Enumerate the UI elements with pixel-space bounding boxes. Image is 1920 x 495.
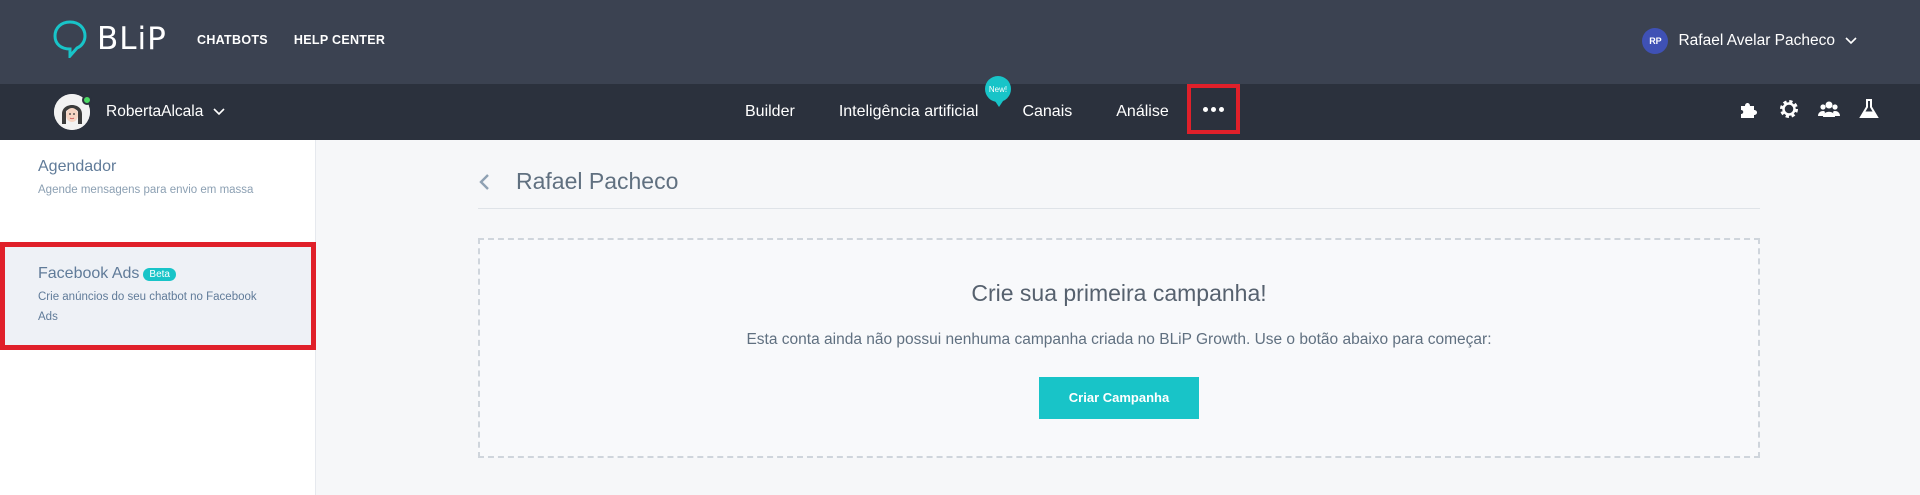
team-icon[interactable] <box>1818 98 1840 120</box>
tab-analise[interactable]: Análise <box>1116 103 1168 121</box>
create-campaign-button[interactable]: Criar Campanha <box>1039 377 1199 419</box>
user-avatar: RP <box>1642 28 1669 54</box>
bot-selector[interactable]: RobertaAlcala <box>54 94 225 130</box>
chevron-down-icon <box>1845 37 1857 45</box>
nav-chatbots[interactable]: CHATBOTS <box>197 33 268 47</box>
more-options-button[interactable] <box>1187 84 1240 134</box>
chevron-down-icon <box>213 108 225 116</box>
user-name: Rafael Avelar Pacheco <box>1678 32 1835 49</box>
tab-canais[interactable]: Canais <box>1022 103 1072 121</box>
empty-state-text: Esta conta ainda não possui nenhuma camp… <box>746 331 1492 348</box>
back-arrow-icon[interactable] <box>478 173 498 191</box>
sidebar: Agendador Agende mensagens para envio em… <box>0 140 316 495</box>
beta-badge: Beta <box>143 267 176 281</box>
bot-name: RobertaAlcala <box>106 103 204 120</box>
empty-state-card: Crie sua primeira campanha! Esta conta a… <box>478 238 1760 458</box>
page-header: Rafael Pacheco <box>478 155 1760 209</box>
page-title: Rafael Pacheco <box>516 168 679 194</box>
sidebar-item-facebook-ads[interactable]: Facebook Ads Beta Crie anúncios do seu c… <box>0 242 316 350</box>
online-status-dot <box>82 95 92 105</box>
tab-builder[interactable]: Builder <box>745 103 795 121</box>
user-menu[interactable]: RP Rafael Avelar Pacheco <box>1642 28 1857 54</box>
chat-bubble-icon <box>53 20 87 58</box>
bot-avatar <box>54 94 92 130</box>
logo-text: BLiP <box>97 21 167 57</box>
sidebar-item-description: Crie anúncios do seu chatbot no Facebook… <box>38 291 257 323</box>
more-dots-icon <box>1203 106 1224 112</box>
puzzle-icon[interactable] <box>1738 98 1760 120</box>
sidebar-item-description: Agende mensagens para envio em massa <box>38 184 254 196</box>
main-nav: Builder Inteligência artificial Canais A… <box>745 84 1213 140</box>
flask-icon[interactable] <box>1858 98 1880 120</box>
sidebar-item-title: Facebook Ads Beta <box>38 265 278 283</box>
top-bar: BLiP CHATBOTS HELP CENTER RP Rafael Avel… <box>0 0 1920 84</box>
nav-help-center[interactable]: HELP CENTER <box>294 33 385 47</box>
new-badge: New! <box>985 76 1011 107</box>
bot-tools <box>1738 98 1880 120</box>
sidebar-item-agendador[interactable]: Agendador Agende mensagens para envio em… <box>0 158 316 200</box>
sidebar-item-title: Agendador <box>38 158 117 175</box>
tab-inteligencia-artificial[interactable]: Inteligência artificial <box>839 103 979 121</box>
bot-bar: RobertaAlcala Builder Inteligência artif… <box>0 84 1920 140</box>
empty-state-heading: Crie sua primeira campanha! <box>971 280 1267 306</box>
sidebar-item-label: Facebook Ads <box>38 265 140 282</box>
blip-logo[interactable]: BLiP <box>53 20 167 58</box>
gear-icon[interactable] <box>1778 98 1800 120</box>
top-nav: CHATBOTS HELP CENTER <box>197 33 385 47</box>
